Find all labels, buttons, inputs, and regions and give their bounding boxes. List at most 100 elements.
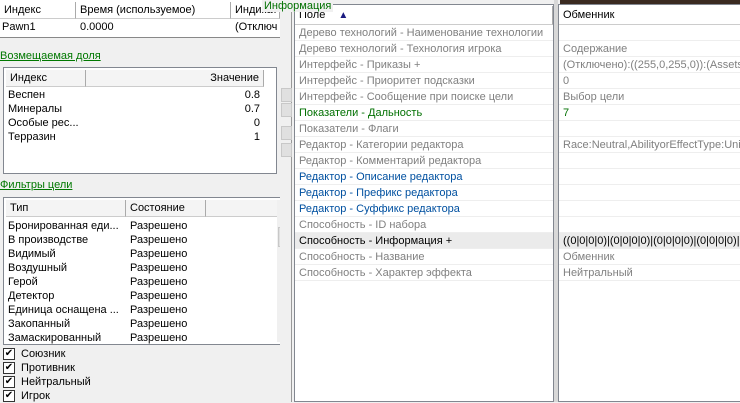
state-cell: Разрешено [130, 234, 188, 246]
side-button[interactable] [281, 126, 292, 140]
checkbox[interactable]: ✔ [3, 348, 15, 361]
col-header-value[interactable]: Значение [86, 70, 264, 87]
value-cell[interactable] [559, 201, 740, 217]
field-row[interactable]: Способность - Название [295, 249, 553, 265]
value-cell: 0.7 [244, 103, 260, 115]
state-cell: Разрешено [130, 318, 188, 330]
checkbox-label: Союзник [21, 348, 66, 360]
list-item[interactable]: Веспен 0.8 [8, 88, 260, 102]
value-cell[interactable]: 7 [559, 105, 740, 121]
cell[interactable]: Pawn1 [2, 21, 36, 33]
index-cell: Терразин [8, 131, 56, 143]
col-header-index[interactable]: Индекс [6, 70, 86, 87]
value-cell[interactable]: Содержание [559, 41, 740, 57]
col-header-time[interactable]: Время (используемое) [76, 2, 231, 19]
field-row[interactable]: Дерево технологий - Технология игрока [295, 41, 553, 57]
index-cell: Особые рес... [8, 117, 79, 129]
cost-share-list: Индекс Значение Веспен 0.8 Минералы 0.7 Особ… [3, 67, 277, 174]
list-item[interactable]: Герой Разрешено [8, 275, 278, 289]
field-row[interactable]: Интерфейс - Сообщение при поиске цели [295, 89, 553, 105]
type-cell: Детектор [8, 290, 55, 302]
list-item[interactable]: Особые рес... 0 [8, 116, 260, 130]
list-item[interactable]: В производстве Разрешено [8, 233, 278, 247]
checkbox-label: Игрок [21, 390, 50, 402]
list-item[interactable]: Замаскированный Разрешено [8, 331, 278, 345]
field-row[interactable]: Редактор - Комментарий редактора [295, 153, 553, 169]
info-label: Информация [262, 0, 334, 12]
field-row[interactable]: Редактор - Описание редактора [295, 169, 553, 185]
col-header-index[interactable]: Индекс [0, 2, 76, 19]
list-item[interactable]: Детектор Разрешено [8, 289, 278, 303]
value-cell[interactable] [559, 169, 740, 185]
type-cell: Воздушный [8, 262, 68, 274]
state-cell: Разрешено [130, 220, 188, 232]
field-row[interactable]: Способность - Информация + [295, 233, 553, 249]
side-button[interactable] [281, 143, 292, 157]
value-cell[interactable]: Нейтральный [559, 265, 740, 281]
field-row[interactable]: Редактор - Суффикс редактора [295, 201, 553, 217]
state-cell: Разрешено [130, 276, 188, 288]
target-filters-link[interactable]: Фильтры цели [0, 179, 72, 191]
value-cell[interactable] [559, 217, 740, 233]
value-cell[interactable] [559, 25, 740, 41]
list-item[interactable]: Бронированная еди... Разрешено [8, 219, 278, 233]
side-button[interactable] [281, 88, 292, 102]
field-row[interactable]: Интерфейс - Приказы + [295, 57, 553, 73]
cell[interactable]: 0.0000 [80, 21, 114, 33]
value-cell[interactable]: Race:Neutral,AbilityorEffectType:Units [559, 137, 740, 153]
value-cell: 0.8 [244, 89, 260, 101]
value-cell[interactable]: Выбор цели [559, 89, 740, 105]
index-cell: Веспен [8, 89, 46, 101]
value-cell[interactable] [559, 185, 740, 201]
col-header-field[interactable]: Поле ▲ [295, 6, 553, 25]
top-table: Индекс Время (используемое) Индикат Pawn… [0, 0, 280, 38]
side-button[interactable] [281, 103, 292, 117]
index-cell: Минералы [8, 103, 63, 115]
col-header-type[interactable]: Тип [6, 200, 126, 217]
state-cell: Разрешено [130, 248, 188, 260]
field-row[interactable]: Показатели - Флаги [295, 121, 553, 137]
cost-share-link[interactable]: Возмещаемая доля [0, 50, 101, 62]
field-row[interactable]: Показатели - Дальность [295, 105, 553, 121]
value-cell[interactable]: 0 [559, 73, 740, 89]
field-row[interactable]: Интерфейс - Приоритет подсказки [295, 73, 553, 89]
cell[interactable]: (Отключ [235, 21, 280, 33]
type-cell: Замаскированный [8, 332, 102, 344]
list-item[interactable]: Воздушный Разрешено [8, 261, 278, 275]
list-item[interactable]: Закопанный Разрешено [8, 317, 278, 331]
value-cell[interactable]: ((0|0|0|0)|(0|0|0|0)|(0|0|0|0)|(0|0|0|0)… [559, 233, 740, 249]
col-header-value[interactable]: Обменник [559, 6, 740, 25]
state-cell: Разрешено [130, 304, 188, 316]
field-list: Поле ▲ Дерево технологий - Наименование … [294, 4, 554, 402]
field-row[interactable]: Редактор - Категории редактора [295, 137, 553, 153]
list-item[interactable]: Единица оснащена ... Разрешено [8, 303, 278, 317]
checkbox[interactable]: ✔ [3, 390, 15, 403]
field-row[interactable]: Способность - Характер эффекта [295, 265, 553, 281]
col-header-state[interactable]: Состояние [126, 200, 206, 217]
checkbox-row[interactable]: ✔ Игрок [3, 389, 91, 403]
state-cell: Разрешено [130, 332, 188, 344]
value-cell: 0 [253, 117, 260, 129]
target-filters-list: Тип Состояние Бронированная еди... Разреш… [3, 197, 291, 345]
field-row[interactable]: Редактор - Префикс редактора [295, 185, 553, 201]
checkbox-row[interactable]: ✔ Противник [3, 361, 91, 375]
checkbox[interactable]: ✔ [3, 376, 15, 389]
splitter[interactable] [280, 0, 292, 402]
field-row[interactable]: Дерево технологий - Наименование техноло… [295, 25, 553, 41]
checkbox-row[interactable]: ✔ Нейтральный [3, 375, 91, 389]
value-cell[interactable] [559, 153, 740, 169]
list-item[interactable]: Минералы 0.7 [8, 102, 260, 116]
type-cell: Герой [8, 276, 38, 288]
list-item[interactable]: Видимый Разрешено [8, 247, 278, 261]
state-cell: Разрешено [130, 290, 188, 302]
value-cell: 1 [253, 131, 260, 143]
type-cell: Бронированная еди... [8, 220, 119, 232]
value-cell[interactable]: (Отключено):((255,0,255,0)):(Assets\ [559, 57, 740, 73]
value-cell[interactable]: Обменник [559, 249, 740, 265]
checkbox[interactable]: ✔ [3, 362, 15, 375]
type-cell: Видимый [8, 248, 56, 260]
field-row[interactable]: Способность - ID набора [295, 217, 553, 233]
list-item[interactable]: Терразин 1 [8, 130, 260, 144]
checkbox-row[interactable]: ✔ Союзник [3, 347, 91, 361]
value-cell[interactable] [559, 121, 740, 137]
